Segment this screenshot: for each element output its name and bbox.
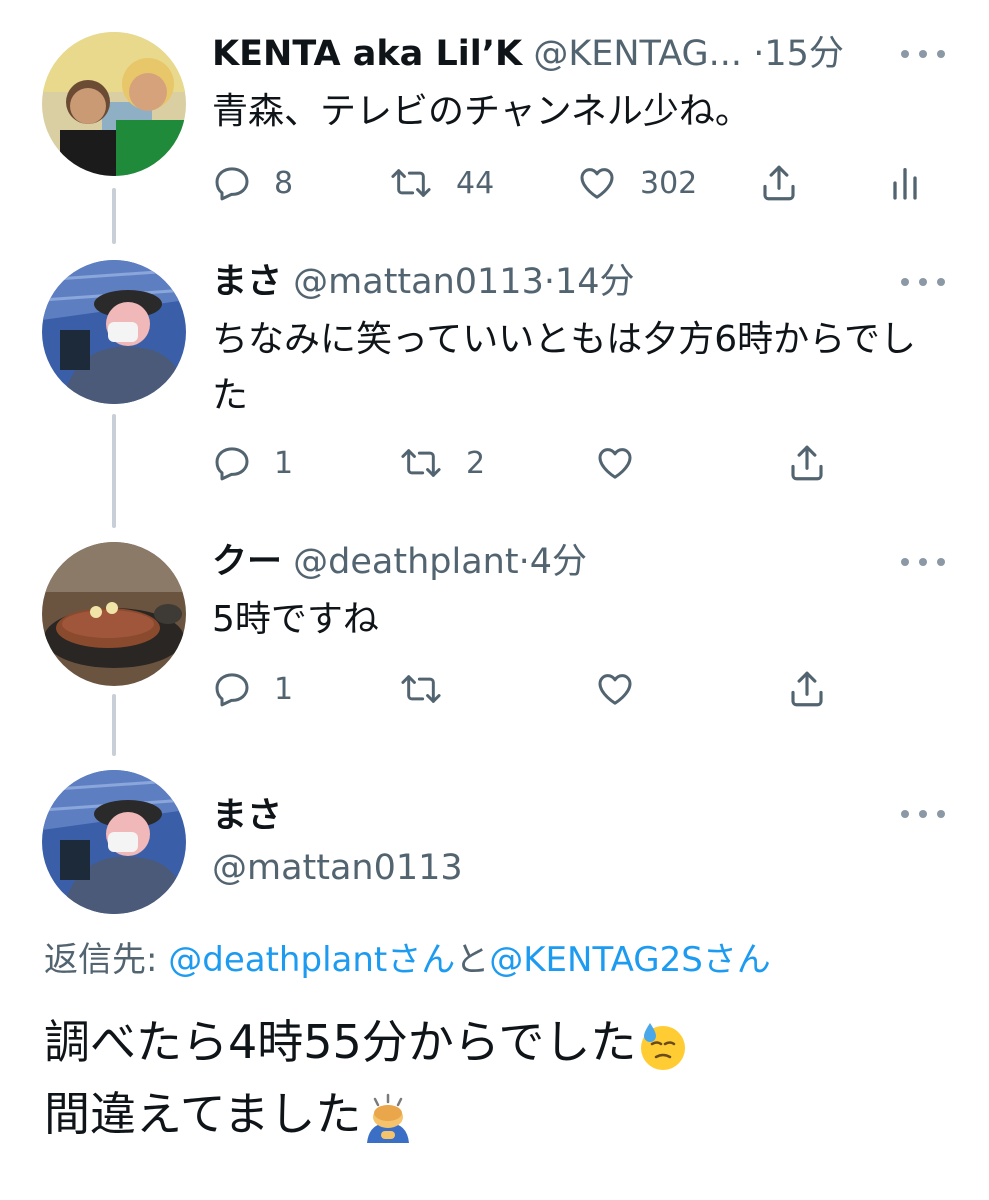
retweet-icon — [401, 449, 441, 477]
tweet-text: 5時ですね — [212, 599, 379, 640]
heart-icon — [598, 448, 632, 479]
user-handle[interactable]: @mattan0113 — [293, 262, 544, 302]
like-button[interactable] — [594, 664, 636, 714]
avatar-kenta[interactable] — [42, 32, 186, 176]
user-handle[interactable]: @deathplant — [293, 542, 518, 582]
retweet-count: 44 — [456, 165, 495, 201]
separator-dot: · — [753, 34, 765, 74]
tweet-actions: 1 — [212, 664, 932, 714]
retweet-button[interactable]: 44 — [388, 158, 494, 208]
avatar-ku[interactable] — [42, 542, 186, 686]
tweet-masa-1[interactable]: まさ @mattan0113·14分 ちなみに笑っていいともは夕方6時からでした… — [0, 258, 989, 498]
main-display-name[interactable]: まさ — [212, 792, 282, 840]
avatar-masa[interactable] — [42, 260, 186, 404]
retweet-icon — [391, 169, 431, 197]
replying-to-label: 返信先: — [44, 940, 169, 980]
timestamp[interactable]: 4分 — [530, 542, 587, 582]
tweet-header: クー @deathplant·4分 — [212, 538, 587, 586]
tweet-header: KENTA aka Lil’K @KENTAG... ·15分 — [212, 30, 844, 78]
more-options-button[interactable] — [901, 262, 945, 302]
reply-bubble-icon — [215, 167, 249, 201]
reply-bubble-icon — [215, 447, 249, 481]
main-user-handle[interactable]: @mattan0113 — [212, 844, 463, 892]
display-name[interactable]: クー — [212, 542, 282, 582]
user-handle[interactable]: @KENTAG... — [533, 34, 742, 74]
share-upload-icon — [791, 671, 823, 707]
share-button[interactable] — [786, 438, 828, 488]
retweet-button[interactable] — [398, 664, 444, 714]
share-upload-icon — [763, 165, 795, 201]
share-button[interactable] — [758, 158, 800, 208]
more-options-button[interactable] — [901, 542, 945, 582]
reply-count: 1 — [274, 671, 294, 707]
like-count: 302 — [640, 165, 698, 201]
main-tweet-text: 調べたら4時55分からでした 間違えてました — [44, 1006, 690, 1150]
retweet-button[interactable]: 2 — [398, 438, 485, 488]
more-options-button[interactable] — [901, 34, 945, 74]
timestamp[interactable]: 15分 — [764, 34, 844, 74]
reply-link-deathplant[interactable]: @deathplantさん — [168, 940, 455, 980]
timestamp[interactable]: 14分 — [555, 262, 635, 302]
reply-link-kentag2s[interactable]: @KENTAG2Sさん — [489, 940, 771, 980]
reply-count: 1 — [274, 445, 294, 481]
display-name[interactable]: まさ — [212, 262, 282, 302]
tweet-actions: 8 44 302 — [212, 158, 932, 208]
separator-dot: · — [518, 542, 530, 582]
heart-icon — [580, 168, 614, 199]
reply-count: 8 — [274, 165, 294, 201]
separator-dot: · — [543, 262, 555, 302]
tweet-text: 青森、テレビのチャンネル少ね。 — [212, 91, 751, 132]
downcast-face-with-sweat-emoji — [641, 1022, 686, 1070]
replying-to: 返信先: @deathplantさんと@KENTAG2Sさん — [44, 936, 771, 984]
tweet-text: ちなみに笑っていいともは夕方6時からでした — [212, 319, 917, 416]
main-tweet-line-1: 調べたら4時55分からでした — [44, 1006, 690, 1078]
tweet-header: まさ @mattan0113·14分 — [212, 258, 635, 306]
reply-bubble-icon — [215, 673, 249, 707]
retweet-count: 2 — [466, 445, 486, 481]
reply-button[interactable]: 1 — [212, 438, 293, 488]
analytics-bars-icon — [893, 168, 917, 200]
more-options-button[interactable] — [901, 794, 945, 834]
share-upload-icon — [791, 445, 823, 481]
tweet-kenta[interactable]: KENTA aka Lil’K @KENTAG... ·15分 青森、テレビのチ… — [0, 30, 989, 220]
share-button[interactable] — [786, 664, 828, 714]
avatar-masa-main[interactable] — [42, 770, 186, 914]
retweet-icon — [401, 675, 441, 703]
analytics-button[interactable] — [888, 158, 922, 208]
tweet-actions: 1 2 — [212, 438, 932, 488]
like-button[interactable] — [594, 438, 636, 488]
main-tweet-line-2: 間違えてました — [44, 1078, 690, 1150]
reply-button[interactable]: 1 — [212, 664, 293, 714]
display-name[interactable]: KENTA aka Lil’K — [212, 34, 522, 74]
heart-icon — [598, 674, 632, 705]
person-bowing-emoji — [367, 1093, 410, 1143]
replying-to-joiner: と — [455, 940, 490, 980]
reply-button[interactable]: 8 — [212, 158, 293, 208]
tweet-ku[interactable]: クー @deathplant·4分 5時ですね 1 — [0, 538, 989, 728]
like-button[interactable]: 302 — [576, 158, 697, 208]
